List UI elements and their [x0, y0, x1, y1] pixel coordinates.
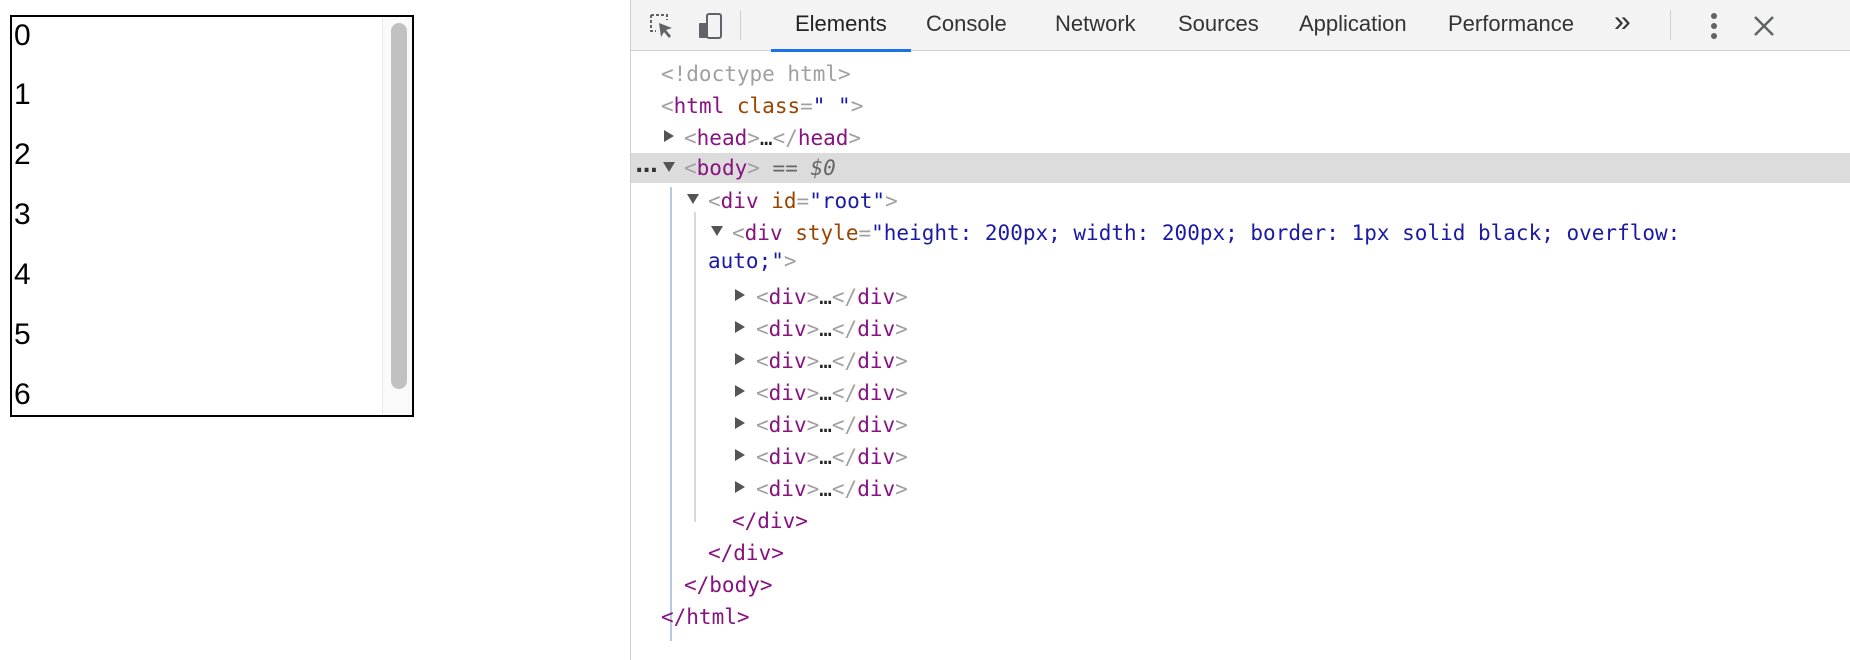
- list-item: 6: [14, 378, 31, 411]
- expand-arrow-icon[interactable]: [733, 345, 751, 377]
- close-icon[interactable]: [1748, 10, 1780, 42]
- row-ellipsis-icon[interactable]: ...: [635, 153, 658, 183]
- devtools-toolbar: Elements Console Network Sources Applica…: [631, 0, 1850, 52]
- tree-guide-line: [694, 212, 696, 522]
- page-preview: 0 1 2 3 4 5 6: [0, 0, 630, 660]
- expand-arrow-icon[interactable]: [733, 409, 751, 441]
- cursor-select-icon[interactable]: [646, 10, 678, 42]
- collapse-arrow-icon[interactable]: [686, 185, 704, 217]
- tree-node-child-div[interactable]: <div>…</div>: [756, 441, 908, 473]
- tab-elements[interactable]: Elements: [771, 0, 911, 52]
- tab-application[interactable]: Application: [1297, 0, 1409, 51]
- expand-arrow-icon[interactable]: [733, 441, 751, 473]
- list-item: 4: [14, 258, 31, 291]
- tree-node-styled-div-wrap: auto;">: [708, 249, 797, 273]
- expand-arrow-icon[interactable]: [733, 313, 751, 345]
- device-toggle-icon[interactable]: [694, 10, 726, 42]
- expand-arrow-icon[interactable]: [733, 377, 751, 409]
- tree-node-child-div[interactable]: <div>…</div>: [756, 281, 908, 313]
- elements-tree: ... <!doctype html> <html class=" "> <he…: [631, 52, 1850, 660]
- tree-node-body[interactable]: <body> == $0: [684, 153, 836, 183]
- devtools-panel: Elements Console Network Sources Applica…: [630, 0, 1850, 660]
- vertical-scrollbar[interactable]: [382, 17, 412, 415]
- tree-node-styled-div[interactable]: <div style="height: 200px; width: 200px;…: [732, 217, 1680, 249]
- tab-console[interactable]: Console: [924, 0, 1009, 51]
- tree-node-close-html[interactable]: </html>: [661, 601, 750, 633]
- tab-sources[interactable]: Sources: [1176, 0, 1261, 51]
- tree-node-child-div[interactable]: <div>…</div>: [756, 409, 908, 441]
- more-tabs-button[interactable]: »: [1612, 0, 1633, 51]
- expand-arrow-icon[interactable]: [733, 473, 751, 505]
- list-item: 1: [14, 78, 31, 111]
- tree-node-head[interactable]: <head>…</head>: [684, 122, 861, 154]
- expand-arrow-icon[interactable]: [662, 122, 680, 154]
- tree-node-child-div[interactable]: <div>…</div>: [756, 345, 908, 377]
- tree-guide-line: [670, 187, 672, 641]
- scroll-container[interactable]: 0 1 2 3 4 5 6: [10, 15, 414, 417]
- list-item: 0: [14, 19, 31, 52]
- expand-arrow-icon[interactable]: [733, 281, 751, 313]
- tree-node-html[interactable]: <html class=" ">: [661, 90, 863, 122]
- tree-node-child-div[interactable]: <div>…</div>: [756, 377, 908, 409]
- tab-network[interactable]: Network: [1053, 0, 1138, 51]
- toolbar-separator: [740, 10, 741, 40]
- list-item: 5: [14, 318, 31, 351]
- tree-node-close-div[interactable]: </div>: [708, 537, 784, 569]
- kebab-menu-icon[interactable]: [1698, 10, 1730, 42]
- tree-node-root-div[interactable]: <div id="root">: [708, 185, 898, 217]
- collapse-arrow-icon[interactable]: [662, 153, 680, 185]
- tree-node-child-div[interactable]: <div>…</div>: [756, 473, 908, 505]
- tree-node-child-div[interactable]: <div>…</div>: [756, 313, 908, 345]
- tab-performance[interactable]: Performance: [1446, 0, 1576, 51]
- tree-node-close-div[interactable]: </div>: [732, 505, 808, 537]
- list-item: 2: [14, 138, 31, 171]
- list-item: 3: [14, 198, 31, 231]
- toolbar-separator: [1670, 10, 1671, 40]
- tree-node-close-body[interactable]: </body>: [684, 569, 773, 601]
- tree-node-doctype[interactable]: <!doctype html>: [661, 58, 851, 90]
- scrollbar-thumb[interactable]: [391, 23, 407, 389]
